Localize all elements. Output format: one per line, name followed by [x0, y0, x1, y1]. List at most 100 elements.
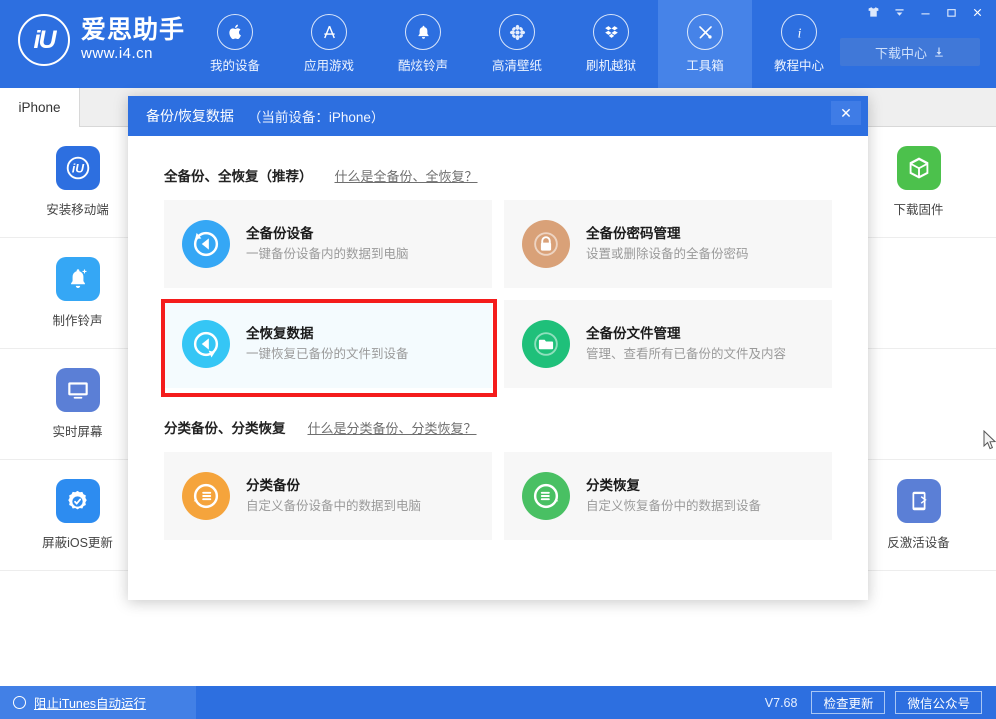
- tool-label: 实时屏幕: [52, 421, 102, 440]
- wechat-label: 微信公众号: [907, 693, 970, 712]
- svg-text:i: i: [797, 25, 801, 40]
- card-desc: 设置或删除设备的全备份密码: [586, 245, 749, 264]
- nav-label: 工具箱: [686, 55, 724, 74]
- itunes-toggle[interactable]: 阻止iTunes自动运行: [0, 686, 196, 719]
- maximize-icon[interactable]: [938, 1, 964, 23]
- nav-item-wallpapers[interactable]: 高清壁纸: [470, 0, 564, 88]
- appstore-icon: [311, 14, 347, 50]
- theme-shirt-icon[interactable]: [860, 1, 886, 23]
- card-title: 全恢复数据: [246, 324, 409, 345]
- info-icon: i: [781, 14, 817, 50]
- nav-item-toolbox[interactable]: 工具箱: [658, 0, 752, 88]
- card-desc: 自定义备份设备中的数据到电脑: [246, 497, 421, 516]
- check-update-button[interactable]: 检查更新: [811, 691, 885, 714]
- flower-icon: [499, 14, 535, 50]
- nav-label: 刷机越狱: [586, 55, 636, 74]
- download-icon: [933, 46, 945, 58]
- card-desc: 管理、查看所有已备份的文件及内容: [586, 345, 786, 364]
- status-bar: 阻止iTunes自动运行 V7.68 检查更新 微信公众号: [0, 686, 996, 719]
- tool-label: 下载固件: [893, 199, 943, 218]
- folder-icon: [522, 320, 570, 368]
- version-label: V7.68: [765, 696, 798, 710]
- top-bar: iU 爱思助手 www.i4.cn 我的设备 应用游戏: [0, 0, 996, 88]
- i4-app-icon: iU: [56, 146, 100, 190]
- app-window: iU 爱思助手 www.i4.cn 我的设备 应用游戏: [0, 0, 996, 719]
- firmware-cube-icon: [897, 146, 941, 190]
- nav-label: 酷炫铃声: [398, 55, 448, 74]
- tab-label: iPhone: [18, 100, 60, 115]
- nav-item-tutorials[interactable]: i 教程中心: [752, 0, 846, 88]
- category-restore-icon: [522, 472, 570, 520]
- brand: iU 爱思助手 www.i4.cn: [18, 14, 185, 66]
- ringtone-bell-icon: [56, 257, 100, 301]
- screen-monitor-icon: [56, 368, 100, 412]
- box-icon: [593, 14, 629, 50]
- itunes-toggle-label: 阻止iTunes自动运行: [34, 693, 146, 712]
- apple-icon: [217, 14, 253, 50]
- modal-close-button[interactable]: ✕: [831, 101, 861, 125]
- wechat-button[interactable]: 微信公众号: [895, 691, 982, 714]
- brand-logo-text: iU: [34, 26, 55, 55]
- menu-icon[interactable]: [886, 1, 912, 23]
- tool-label: 反激活设备: [887, 532, 950, 551]
- brand-logo-icon: iU: [18, 14, 70, 66]
- close-icon[interactable]: [964, 1, 990, 23]
- section-title: 分类备份、分类恢复: [164, 417, 286, 437]
- nav-label: 应用游戏: [304, 55, 354, 74]
- download-center-button[interactable]: 下载中心: [840, 38, 980, 66]
- card-backup-password-manager[interactable]: 全备份密码管理 设置或删除设备的全备份密码: [504, 200, 832, 288]
- card-category-restore[interactable]: 分类恢复 自定义恢复备份中的数据到设备: [504, 452, 832, 540]
- card-title: 全备份文件管理: [586, 324, 786, 345]
- modal-body: 全备份、全恢复（推荐） 什么是全备份、全恢复？ 全备份设备 一键备份设备内的数据…: [128, 136, 868, 540]
- section-title: 全备份、全恢复（推荐）: [164, 165, 313, 185]
- svg-text:iU: iU: [71, 162, 84, 176]
- card-row-2: 全恢复数据 一键恢复已备份的文件到设备 全备份文件管理 管理、查看所有已备份的文…: [164, 300, 832, 388]
- nav-label: 高清壁纸: [492, 55, 542, 74]
- lock-icon: [522, 220, 570, 268]
- card-desc: 一键备份设备内的数据到电脑: [246, 245, 409, 264]
- section-help-link[interactable]: 什么是分类备份、分类恢复？: [308, 418, 477, 437]
- card-category-backup[interactable]: 分类备份 自定义备份设备中的数据到电脑: [164, 452, 492, 540]
- status-bar-right: V7.68 检查更新 微信公众号: [765, 691, 996, 714]
- card-desc: 一键恢复已备份的文件到设备: [246, 345, 409, 364]
- window-controls: [860, 0, 990, 24]
- nav-item-ringtones[interactable]: 酷炫铃声: [376, 0, 470, 88]
- brand-url: www.i4.cn: [81, 45, 185, 63]
- backup-restore-modal: 备份/恢复数据 （当前设备：iPhone） ✕ 全备份、全恢复（推荐） 什么是全…: [128, 96, 868, 600]
- modal-header: 备份/恢复数据 （当前设备：iPhone）: [128, 96, 868, 136]
- top-nav: 我的设备 应用游戏 酷炫铃声 高清壁纸: [188, 0, 846, 88]
- minimize-icon[interactable]: [912, 1, 938, 23]
- card-backup-file-manager[interactable]: 全备份文件管理 管理、查看所有已备份的文件及内容: [504, 300, 832, 388]
- radio-icon[interactable]: [13, 696, 26, 709]
- nav-item-flash-jailbreak[interactable]: 刷机越狱: [564, 0, 658, 88]
- card-row-1: 全备份设备 一键备份设备内的数据到电脑 全备份密码管理 设置或删除设备的全备份密…: [164, 200, 832, 288]
- bell-icon: [405, 14, 441, 50]
- tool-label: 制作铃声: [52, 310, 102, 329]
- download-center-label: 下载中心: [875, 43, 927, 62]
- section-header-category-backup: 分类备份、分类恢复 什么是分类备份、分类恢复？: [164, 417, 832, 437]
- card-full-backup-device[interactable]: 全备份设备 一键备份设备内的数据到电脑: [164, 200, 492, 288]
- card-title: 分类备份: [246, 476, 421, 497]
- nav-item-my-device[interactable]: 我的设备: [188, 0, 282, 88]
- modal-subtitle: （当前设备：iPhone）: [248, 106, 385, 126]
- check-update-label: 检查更新: [823, 693, 873, 712]
- card-title: 全备份设备: [246, 224, 409, 245]
- modal-title: 备份/恢复数据: [146, 106, 234, 126]
- nav-label: 我的设备: [210, 55, 260, 74]
- card-full-restore-data[interactable]: 全恢复数据 一键恢复已备份的文件到设备: [164, 300, 492, 388]
- brand-name: 爱思助手: [81, 17, 185, 43]
- deactivate-device-icon: [897, 479, 941, 523]
- close-icon: ✕: [840, 105, 852, 122]
- card-desc: 自定义恢复备份中的数据到设备: [586, 497, 761, 516]
- section-help-link[interactable]: 什么是全备份、全恢复？: [335, 166, 478, 185]
- backup-restore-icon: [182, 220, 230, 268]
- restore-icon: [182, 320, 230, 368]
- card-title: 分类恢复: [586, 476, 761, 497]
- nav-item-apps-games[interactable]: 应用游戏: [282, 0, 376, 88]
- block-update-gear-icon: [56, 479, 100, 523]
- category-backup-icon: [182, 472, 230, 520]
- tool-label: 屏蔽iOS更新: [42, 532, 113, 551]
- tool-label: 安装移动端: [46, 199, 109, 218]
- tab-iphone[interactable]: iPhone: [0, 88, 80, 127]
- section-header-full-backup: 全备份、全恢复（推荐） 什么是全备份、全恢复？: [164, 165, 832, 185]
